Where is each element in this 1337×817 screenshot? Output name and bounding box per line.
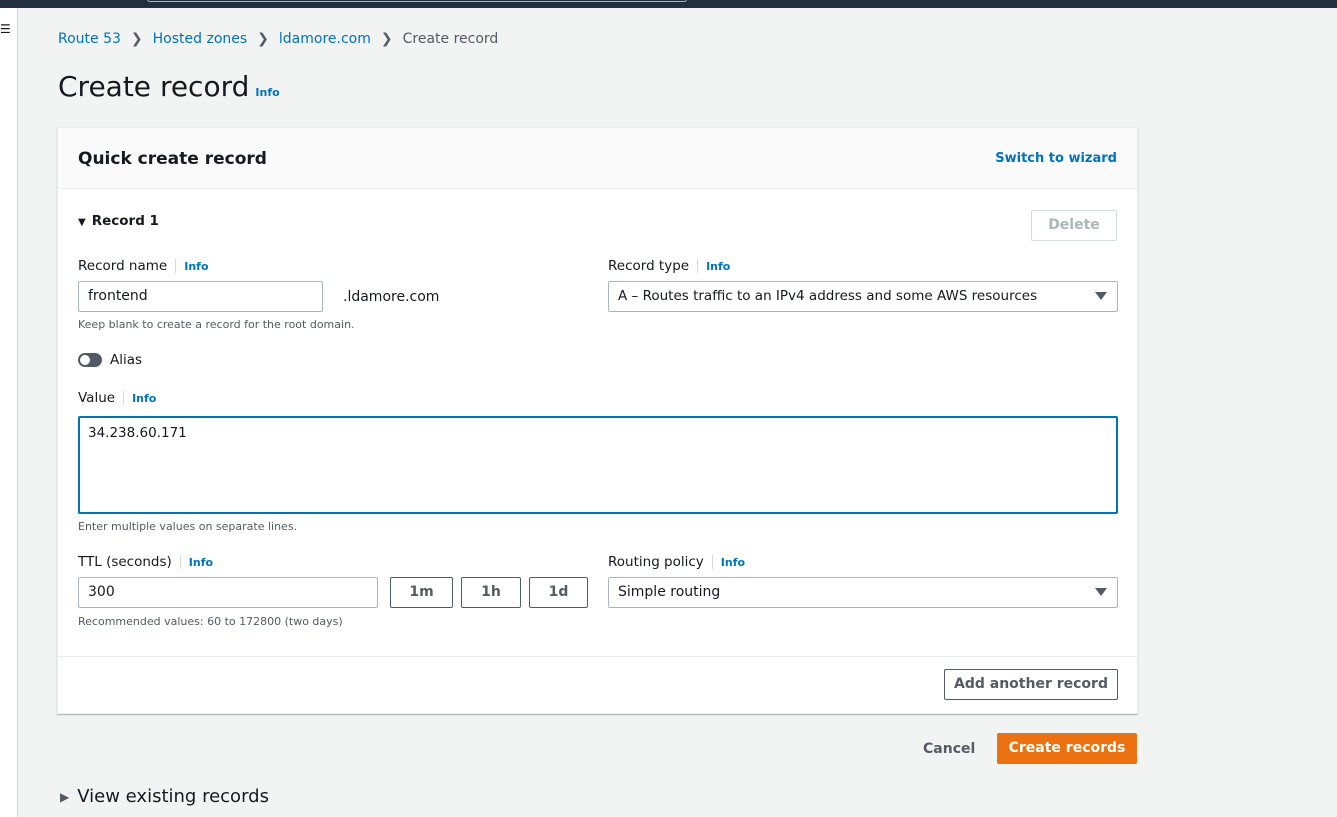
breadcrumb-route53[interactable]: Route 53 — [58, 31, 121, 47]
ttl-hint: Recommended values: 60 to 172800 (two da… — [78, 615, 343, 628]
info-link[interactable]: Info — [255, 86, 279, 99]
value-hint: Enter multiple values on separate lines. — [78, 520, 298, 533]
view-existing-records-expander[interactable]: ▶ View existing records — [60, 786, 269, 807]
record-name-label: Record name Info — [78, 258, 209, 274]
info-link[interactable]: Info — [706, 260, 730, 273]
routing-policy-label: Routing policy Info — [608, 554, 746, 570]
quick-create-card: Quick create record Switch to wizard ▼ Re… — [57, 127, 1138, 714]
ttl-label: TTL (seconds) Info — [78, 554, 214, 570]
breadcrumb-zone[interactable]: ldamore.com — [279, 31, 371, 47]
info-link[interactable]: Info — [132, 392, 156, 405]
breadcrumb-hosted-zones[interactable]: Hosted zones — [153, 31, 248, 47]
existing-records-title: View existing records — [77, 786, 269, 807]
delete-button[interactable]: Delete — [1031, 210, 1117, 241]
ttl-1h-button[interactable]: 1h — [461, 577, 521, 608]
record-expander[interactable]: ▼ Record 1 — [78, 213, 159, 229]
caret-down-icon: ▼ — [78, 217, 86, 228]
side-nav-collapsed — [0, 8, 18, 817]
search-bar[interactable] — [147, 0, 687, 2]
breadcrumb-current: Create record — [402, 31, 499, 47]
info-link[interactable]: Info — [184, 260, 208, 273]
add-another-record-button[interactable]: Add another record — [944, 669, 1118, 700]
toggle-switch[interactable] — [78, 353, 102, 367]
caret-right-icon: ▶ — [60, 789, 70, 804]
caret-down-icon — [1095, 292, 1107, 300]
record-header: Record 1 — [91, 213, 159, 229]
chevron-right-icon: ❯ — [257, 31, 269, 47]
alias-toggle[interactable]: Alias — [78, 352, 142, 368]
ttl-input[interactable]: 300 — [78, 577, 378, 608]
chevron-right-icon: ❯ — [130, 31, 143, 47]
record-name-hint: Keep blank to create a record for the ro… — [78, 318, 355, 331]
chevron-right-icon: ❯ — [380, 31, 393, 47]
info-link[interactable]: Info — [721, 556, 745, 569]
menu-icon[interactable]: ☰ — [0, 22, 11, 36]
breadcrumb: Route 53 ❯ Hosted zones ❯ ldamore.com ❯ Cre… — [58, 31, 498, 47]
value-textarea[interactable]: 34.238.60.171 — [78, 416, 1118, 514]
record-type-label: Record type Info — [608, 258, 731, 274]
ttl-1d-button[interactable]: 1d — [529, 577, 588, 608]
routing-policy-select[interactable]: Simple routing — [608, 577, 1118, 608]
cancel-button[interactable]: Cancel — [923, 741, 975, 757]
create-records-button[interactable]: Create records — [997, 733, 1137, 764]
ttl-1m-button[interactable]: 1m — [390, 577, 453, 608]
card-title: Quick create record — [78, 149, 267, 169]
page-title-text: Create record — [58, 70, 250, 103]
top-nav-bar — [0, 0, 1337, 8]
alias-label: Alias — [110, 352, 143, 368]
page-title: Create record Info — [58, 70, 280, 103]
caret-down-icon — [1095, 588, 1107, 596]
domain-suffix: .ldamore.com — [343, 289, 440, 305]
value-label: Value Info — [78, 390, 157, 406]
switch-to-wizard-link[interactable]: Switch to wizard — [995, 151, 1117, 166]
record-type-select[interactable]: A – Routes traffic to an IPv4 address an… — [608, 281, 1118, 312]
info-link[interactable]: Info — [189, 556, 213, 569]
record-name-input[interactable]: frontend — [78, 281, 323, 312]
